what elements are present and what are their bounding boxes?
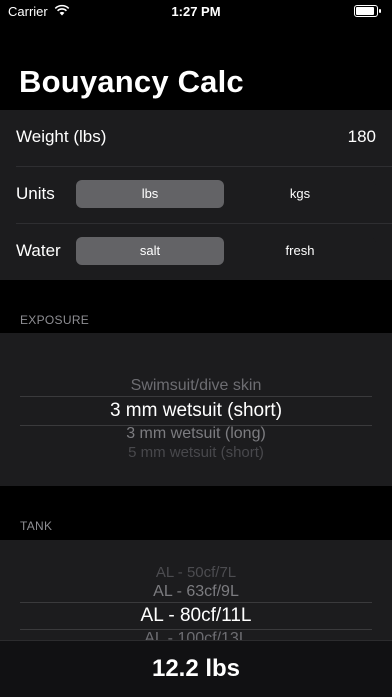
picker-selection-line: [20, 396, 372, 397]
picker-item-selected[interactable]: AL - 80cf/11L: [0, 605, 392, 627]
picker-item[interactable]: AL - 100cf/13L: [0, 630, 392, 640]
status-bar: Carrier 1:27 PM: [0, 0, 392, 22]
picker-item[interactable]: 5 mm wetsuit (short): [0, 444, 392, 461]
units-segmented-control[interactable]: lbs kgs: [76, 180, 376, 208]
water-label: Water: [16, 241, 61, 260]
exposure-header: EXPOSURE: [20, 313, 90, 327]
page-title: Bouyancy Calc: [19, 64, 244, 99]
picker-item-selected[interactable]: 3 mm wetsuit (short): [0, 400, 392, 422]
picker-item[interactable]: 3 mm wetsuit (long): [0, 425, 392, 443]
picker-selection-line: [20, 602, 372, 603]
result-value: 12.2 lbs: [151, 655, 241, 682]
weight-value[interactable]: 180: [348, 127, 376, 147]
status-time: 1:27 PM: [171, 4, 221, 19]
picker-item[interactable]: AL - 50cf/7L: [0, 564, 392, 581]
picker-item[interactable]: Swimsuit/dive skin: [0, 377, 392, 395]
water-option-salt[interactable]: salt: [76, 237, 224, 265]
exposure-picker[interactable]: Swimsuit/dive skin 3 mm wetsuit (short) …: [0, 333, 392, 486]
units-row: Units lbs kgs: [0, 167, 392, 223]
units-label: Units: [16, 184, 55, 203]
weight-label: Weight (lbs): [16, 127, 107, 146]
water-option-fresh[interactable]: fresh: [226, 237, 374, 265]
weight-row[interactable]: Weight (lbs) 180: [0, 110, 392, 166]
water-segmented-control[interactable]: salt fresh: [76, 237, 376, 265]
tank-header: TANK: [20, 519, 53, 533]
tank-picker[interactable]: AL - 50cf/7L AL - 63cf/9L AL - 80cf/11L …: [0, 540, 392, 640]
battery-icon: [354, 5, 381, 17]
units-option-lbs[interactable]: lbs: [76, 180, 224, 208]
units-option-kgs[interactable]: kgs: [226, 180, 374, 208]
settings-form: Weight (lbs) 180 Units lbs kgs Water sal…: [0, 110, 392, 280]
result-bar: 12.2 lbs: [0, 640, 392, 697]
picker-item[interactable]: AL - 63cf/9L: [0, 583, 392, 601]
water-row: Water salt fresh: [0, 224, 392, 280]
